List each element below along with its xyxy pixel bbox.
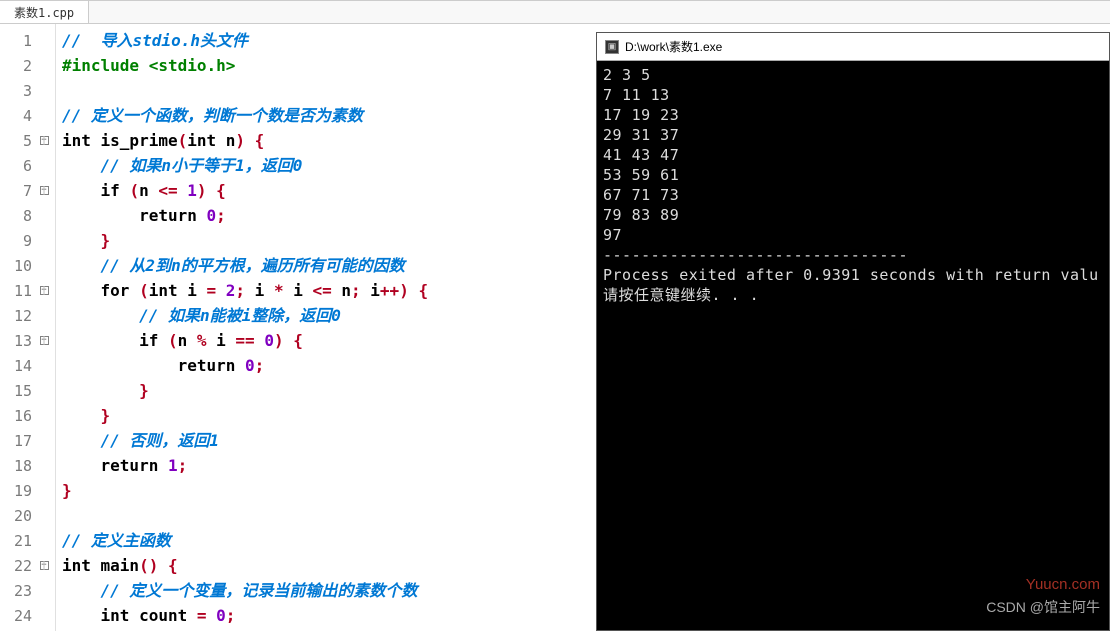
gutter-row: 18 bbox=[0, 453, 55, 478]
console-titlebar[interactable]: ▣ D:\work\素数1.exe bbox=[597, 33, 1109, 61]
gutter-row: 19 bbox=[0, 478, 55, 503]
gutter-row: 2 bbox=[0, 53, 55, 78]
gutter-row: 13− bbox=[0, 328, 55, 353]
gutter-row: 8 bbox=[0, 203, 55, 228]
console-title-text: D:\work\素数1.exe bbox=[625, 38, 722, 55]
line-number: 20 bbox=[0, 507, 34, 525]
console-window: ▣ D:\work\素数1.exe 2 3 5 7 11 13 17 19 23… bbox=[596, 32, 1110, 631]
tab-source-file[interactable]: 素数1.cpp bbox=[0, 1, 89, 23]
gutter-row: 20 bbox=[0, 503, 55, 528]
line-number: 18 bbox=[0, 457, 34, 475]
line-number: 10 bbox=[0, 257, 34, 275]
gutter-row: 1 bbox=[0, 28, 55, 53]
fold-cell[interactable]: − bbox=[34, 561, 54, 570]
gutter-row: 17 bbox=[0, 428, 55, 453]
gutter-row: 23 bbox=[0, 578, 55, 603]
gutter-row: 4 bbox=[0, 103, 55, 128]
fold-cell[interactable]: − bbox=[34, 186, 54, 195]
gutter-row: 5− bbox=[0, 128, 55, 153]
console-output[interactable]: 2 3 5 7 11 13 17 19 23 29 31 37 41 43 47… bbox=[597, 61, 1109, 309]
gutter-row: 10 bbox=[0, 253, 55, 278]
line-number: 24 bbox=[0, 607, 34, 625]
line-number: 17 bbox=[0, 432, 34, 450]
line-number: 21 bbox=[0, 532, 34, 550]
gutter-row: 16 bbox=[0, 403, 55, 428]
line-number: 13 bbox=[0, 332, 34, 350]
gutter-row: 15 bbox=[0, 378, 55, 403]
console-icon: ▣ bbox=[605, 40, 619, 54]
gutter-row: 14 bbox=[0, 353, 55, 378]
tab-bar: 素数1.cpp bbox=[0, 0, 1110, 24]
fold-cell[interactable]: − bbox=[34, 136, 54, 145]
line-gutter: 12345−67−891011−1213−141516171819202122−… bbox=[0, 24, 56, 631]
line-number: 23 bbox=[0, 582, 34, 600]
line-number: 5 bbox=[0, 132, 34, 150]
line-number: 14 bbox=[0, 357, 34, 375]
line-number: 8 bbox=[0, 207, 34, 225]
line-number: 15 bbox=[0, 382, 34, 400]
gutter-row: 24 bbox=[0, 603, 55, 628]
fold-cell[interactable]: − bbox=[34, 336, 54, 345]
watermark-site: Yuucn.com bbox=[1026, 576, 1100, 593]
gutter-row: 3 bbox=[0, 78, 55, 103]
gutter-row: 11− bbox=[0, 278, 55, 303]
gutter-row: 21 bbox=[0, 528, 55, 553]
line-number: 11 bbox=[0, 282, 34, 300]
line-number: 7 bbox=[0, 182, 34, 200]
tab-label: 素数1.cpp bbox=[14, 4, 74, 21]
line-number: 2 bbox=[0, 57, 34, 75]
gutter-row: 7− bbox=[0, 178, 55, 203]
gutter-row: 12 bbox=[0, 303, 55, 328]
line-number: 12 bbox=[0, 307, 34, 325]
gutter-row: 9 bbox=[0, 228, 55, 253]
fold-cell[interactable]: − bbox=[34, 286, 54, 295]
line-number: 3 bbox=[0, 82, 34, 100]
line-number: 1 bbox=[0, 32, 34, 50]
watermark-author: CSDN @馆主阿牛 bbox=[986, 597, 1100, 617]
line-number: 6 bbox=[0, 157, 34, 175]
line-number: 4 bbox=[0, 107, 34, 125]
line-number: 16 bbox=[0, 407, 34, 425]
line-number: 19 bbox=[0, 482, 34, 500]
line-number: 22 bbox=[0, 557, 34, 575]
gutter-row: 22− bbox=[0, 553, 55, 578]
gutter-row: 6 bbox=[0, 153, 55, 178]
line-number: 9 bbox=[0, 232, 34, 250]
